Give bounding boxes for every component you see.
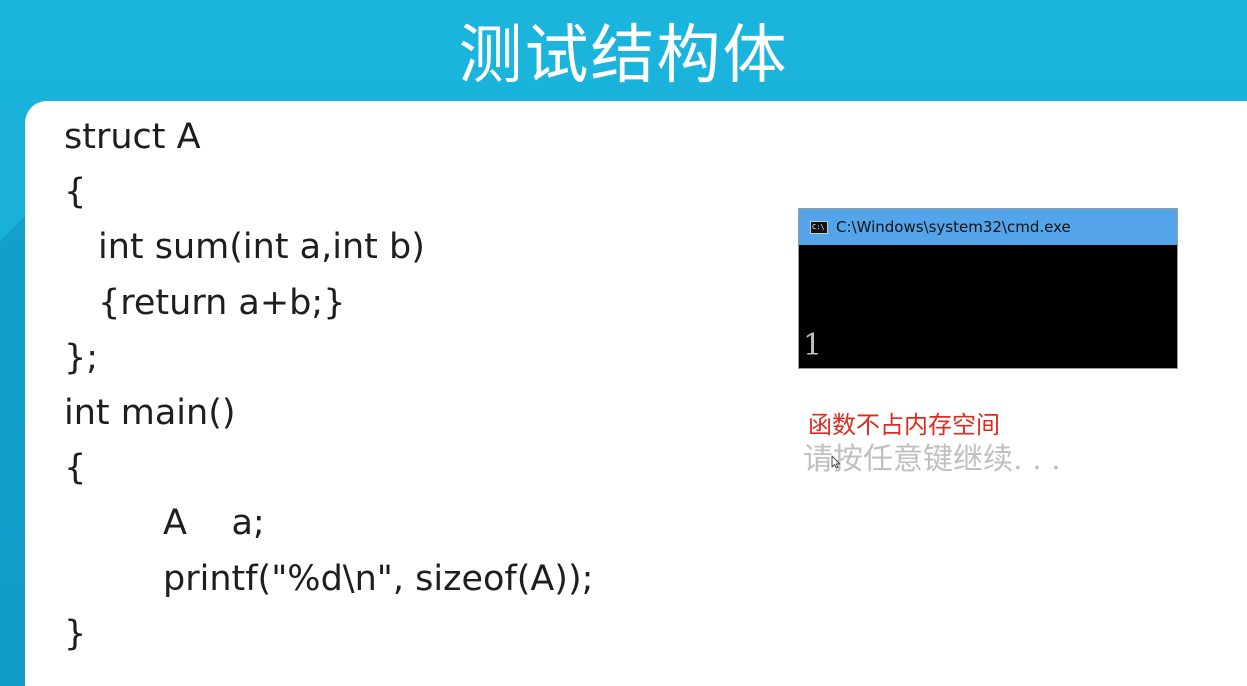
mouse-cursor-icon (831, 455, 841, 469)
code-line: struct A (64, 117, 201, 157)
code-line: int sum(int a,int b) (98, 227, 425, 268)
code-line: printf("%d\n", sizeof(A)); (163, 558, 594, 599)
slide-title: 测试结构体 (458, 19, 789, 93)
code-line: }; (64, 337, 99, 378)
console-output-line: 请按任意键继续. . . (803, 442, 1061, 477)
code-line: {return a+b;} (98, 282, 346, 323)
code-line: { (64, 448, 87, 489)
console-output-line: 1 (803, 328, 823, 363)
code-line: { (64, 172, 87, 213)
annotation-note: 函数不占内存空间 (808, 411, 1000, 439)
code-line: A a; (163, 503, 265, 544)
console-titlebar[interactable]: C:\ C:\Windows\system32\cmd.exe (799, 209, 1177, 245)
code-line: } (64, 613, 87, 654)
console-window: C:\ C:\Windows\system32\cmd.exe 1 请按任意键继… (798, 208, 1178, 477)
cmd-icon: C:\ (810, 220, 828, 234)
console-output: 1 请按任意键继续. . . (799, 245, 1177, 555)
code-line: int main() (64, 392, 236, 433)
console-window-title: C:\Windows\system32\cmd.exe (836, 218, 1071, 236)
code-block: struct A { int sum(int a,int b) {return … (64, 110, 593, 662)
